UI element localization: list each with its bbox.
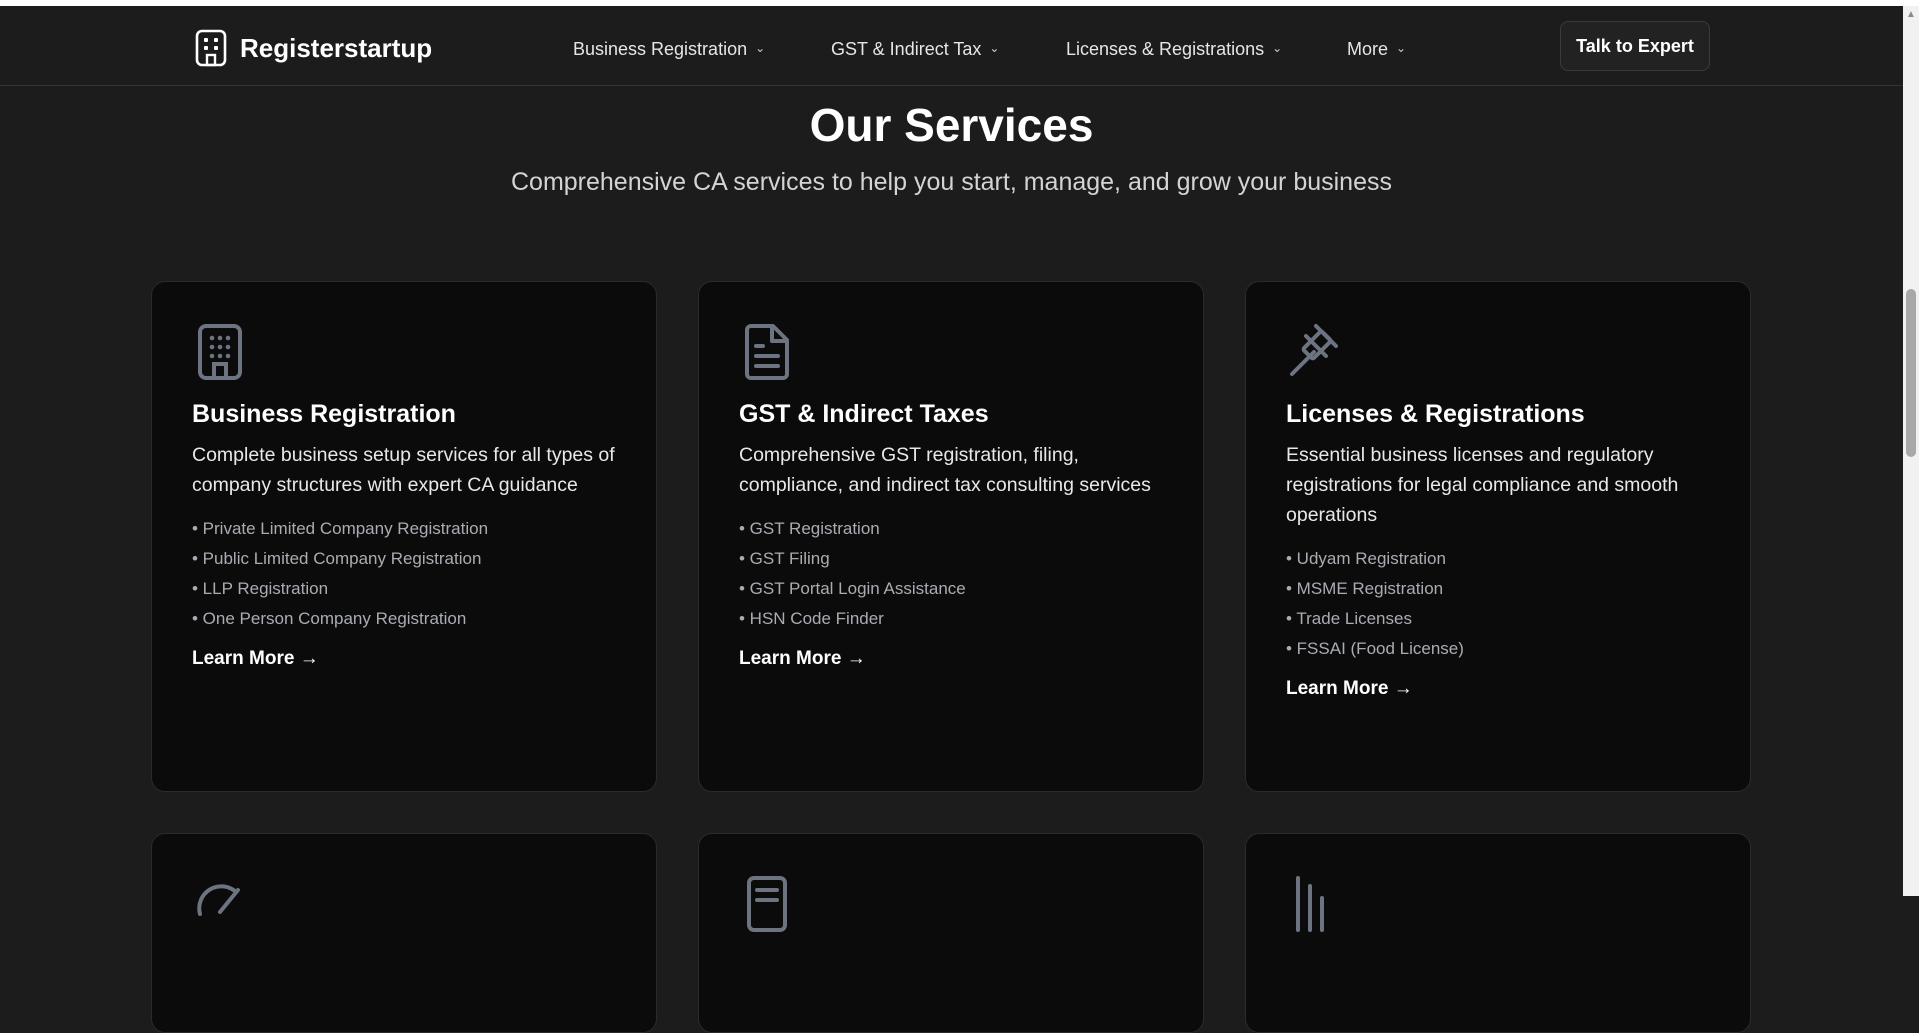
- list-item: • Public Limited Company Registration: [192, 549, 482, 568]
- chevron-down-icon: ⌄: [1272, 41, 1283, 55]
- nav-label: GST & Indirect Tax: [831, 38, 982, 59]
- chevron-down-icon: ⌄: [989, 41, 1000, 55]
- nav-label: Licenses & Registrations: [1066, 38, 1265, 59]
- brand-name: Registerstartup: [240, 32, 433, 63]
- card-title: Business Registration: [192, 400, 456, 428]
- nav-label: Business Registration: [573, 38, 748, 59]
- service-card: [151, 833, 657, 1033]
- card-description: Complete business setup services for all…: [192, 444, 615, 496]
- chevron-down-icon: ⌄: [1396, 41, 1407, 55]
- list-item: • GST Filing: [739, 549, 830, 568]
- list-item: • FSSAI (Food License): [1286, 639, 1464, 658]
- nav-more[interactable]: More ⌄: [1347, 36, 1406, 62]
- chevron-down-icon: ⌄: [755, 41, 766, 55]
- gauge-icon: [197, 884, 240, 916]
- scroll-up-arrow-icon[interactable]: ▲: [1903, 6, 1919, 22]
- list-item: • GST Portal Login Assistance: [739, 579, 966, 598]
- talk-to-expert-button[interactable]: Talk to Expert: [1560, 21, 1710, 71]
- gavel-icon: [1290, 324, 1338, 376]
- card-title: Licenses & Registrations: [1286, 400, 1585, 428]
- site-header: Registerstartup Business Registration ⌄ …: [0, 6, 1903, 86]
- card-title: GST & Indirect Taxes: [739, 400, 989, 428]
- chart-icon: [1296, 876, 1324, 932]
- document-icon: [745, 324, 789, 380]
- list-item: • GST Registration: [739, 519, 880, 538]
- receipt-icon: [747, 876, 787, 932]
- card-service-list: • GST Registration • GST Filing • GST Po…: [739, 514, 1163, 634]
- service-card: [1245, 833, 1751, 1033]
- building-icon: [195, 29, 227, 67]
- service-card: [698, 833, 1204, 1033]
- service-card-licenses-registrations: Licenses & Registrations Essential busin…: [1245, 281, 1751, 792]
- card-service-list: • Udyam Registration • MSME Registration…: [1286, 544, 1710, 664]
- card-description: Essential business licenses and regulato…: [1286, 444, 1679, 526]
- list-item: • Trade Licenses: [1286, 609, 1412, 628]
- list-item: • LLP Registration: [192, 579, 329, 598]
- list-item: • MSME Registration: [1286, 579, 1444, 598]
- card-description: Comprehensive GST registration, filing, …: [739, 444, 1151, 496]
- learn-more-link[interactable]: Learn More →: [1286, 678, 1413, 700]
- list-item: • Udyam Registration: [1286, 549, 1446, 568]
- section-title: Our Services: [809, 99, 1094, 151]
- nav-business-registration[interactable]: Business Registration ⌄: [573, 36, 765, 62]
- section-subtitle: Comprehensive CA services to help you st…: [510, 168, 1392, 196]
- page-scrollbar[interactable]: ▲: [1903, 6, 1919, 896]
- service-card-gst-indirect-taxes: GST & Indirect Taxes Comprehensive GST r…: [698, 281, 1204, 792]
- learn-more-link[interactable]: Learn More →: [192, 648, 319, 670]
- nav-gst-indirect-tax[interactable]: GST & Indirect Tax ⌄: [831, 36, 999, 62]
- card-service-list: • Private Limited Company Registration •…: [192, 514, 616, 634]
- nav-label: More: [1347, 38, 1389, 59]
- nav-licenses-registrations[interactable]: Licenses & Registrations ⌄: [1066, 36, 1282, 62]
- building-icon: [198, 324, 242, 380]
- service-card-business-registration: Business Registration Complete business …: [151, 281, 657, 792]
- list-item: • One Person Company Registration: [192, 609, 467, 628]
- list-item: • Private Limited Company Registration: [192, 519, 489, 538]
- learn-more-link[interactable]: Learn More →: [739, 648, 866, 670]
- list-item: • HSN Code Finder: [739, 609, 884, 628]
- scrollbar-thumb[interactable]: [1906, 289, 1916, 457]
- brand-logo[interactable]: Registerstartup: [194, 28, 432, 68]
